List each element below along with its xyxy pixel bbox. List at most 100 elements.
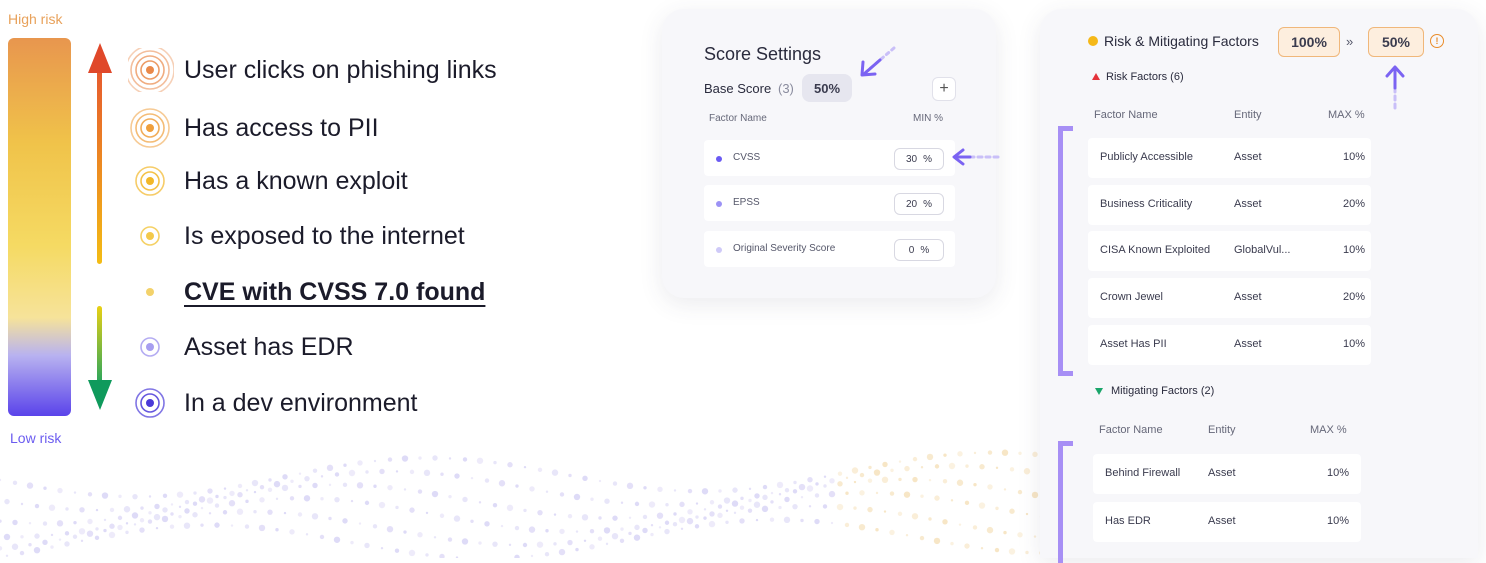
wave-dot	[282, 474, 288, 480]
score-factor-row: Original Severity Score 0 %	[704, 231, 955, 267]
wave-dot	[148, 511, 152, 515]
wave-dot	[695, 515, 699, 519]
wave-dot	[320, 475, 324, 478]
wave-dot	[806, 485, 814, 492]
risk-factor-row: Crown Jewel Asset 20%	[1088, 278, 1371, 318]
wave-dot	[57, 487, 63, 494]
factor-item: Has access to PII	[128, 106, 379, 150]
factor-item: In a dev environment	[128, 381, 417, 425]
wave-dot	[223, 487, 227, 490]
wave-dot	[1003, 530, 1007, 535]
wave-dot	[800, 518, 804, 523]
wave-dot	[919, 535, 925, 541]
factor-max: 10%	[1342, 244, 1365, 256]
warning-icon[interactable]: !	[1430, 34, 1444, 48]
factor-name: Asset Has PII	[1100, 338, 1167, 350]
wave-dot	[169, 524, 175, 529]
wave-dot	[253, 510, 257, 514]
factor-dot-icon	[716, 156, 722, 162]
wave-dot	[829, 478, 835, 484]
wave-dot	[769, 517, 775, 522]
wave-dot	[0, 519, 2, 523]
wave-dot	[454, 473, 460, 479]
wave-dot	[808, 505, 812, 508]
wave-dot	[64, 531, 70, 536]
wave-dot	[207, 488, 213, 494]
wave-dot	[761, 505, 769, 513]
wave-dot	[387, 457, 393, 462]
min-percent-input[interactable]: 0 %	[894, 239, 944, 261]
wave-dot	[378, 501, 386, 509]
wave-dot	[206, 497, 214, 504]
wave-dot	[42, 521, 48, 526]
risk-factor-row: Asset Has PII Asset 10%	[1088, 325, 1371, 365]
wave-dot	[73, 491, 77, 494]
wave-dot	[4, 498, 10, 505]
wave-dot	[748, 487, 752, 491]
wave-dot	[934, 464, 940, 469]
wave-dot	[103, 528, 107, 533]
wave-dot	[514, 525, 520, 531]
min-percent-input[interactable]: 20 %	[894, 193, 944, 215]
factor-text: Has access to PII	[184, 113, 379, 142]
wave-dot	[258, 524, 266, 532]
wave-dot	[995, 466, 999, 470]
wave-dot	[807, 477, 813, 483]
mitigating-factors-heading[interactable]: Mitigating Factors (2)	[1111, 385, 1214, 397]
wave-dot	[50, 533, 54, 537]
wave-dot	[208, 512, 212, 515]
arrow-up-pointer-icon	[1385, 65, 1405, 110]
factor-entity: Asset	[1234, 338, 1262, 350]
wave-dot	[281, 484, 289, 492]
min-percent-value: 20	[905, 198, 918, 210]
wave-dot	[462, 496, 468, 503]
score-factor-row: EPSS 20 %	[704, 185, 955, 221]
wave-dot	[289, 496, 295, 501]
wave-dot	[417, 489, 423, 494]
wave-dot	[328, 516, 332, 521]
risk-factors-bracket	[1058, 126, 1073, 376]
wave-dot	[78, 528, 86, 535]
risk-factors-heading[interactable]: Risk Factors (6)	[1106, 71, 1184, 83]
wave-dot	[703, 508, 707, 511]
score-settings-title: Score Settings	[704, 44, 822, 64]
wave-dot	[793, 480, 797, 485]
wave-dot	[161, 515, 169, 523]
wave-dot	[604, 498, 610, 504]
wave-dot	[523, 465, 527, 469]
wave-dot	[950, 499, 954, 502]
wave-dot	[686, 517, 694, 525]
factor-entity: GlobalVul...	[1234, 244, 1291, 256]
concentric-rings-icon	[128, 159, 174, 203]
wave-dot	[461, 538, 469, 545]
wave-dot	[245, 489, 249, 492]
wave-dot	[492, 502, 498, 508]
wave-dot	[357, 460, 363, 466]
wave-dot	[470, 476, 474, 480]
wave-dot	[634, 524, 640, 531]
wave-dot	[87, 492, 93, 497]
wave-dot	[386, 525, 394, 533]
wave-dot	[236, 508, 244, 515]
factor-max: 10%	[1326, 515, 1349, 527]
wave-dot	[883, 510, 887, 513]
wave-dot	[672, 522, 678, 527]
wave-dot	[125, 530, 129, 535]
wave-dot	[814, 518, 820, 525]
wave-dot	[695, 502, 699, 505]
wave-dot	[508, 543, 512, 547]
concentric-rings-icon	[128, 381, 174, 425]
triangle-up-icon	[1092, 73, 1100, 80]
wave-dot	[784, 487, 790, 493]
wave-dot	[1033, 535, 1037, 538]
wave-dot	[132, 493, 138, 500]
wave-dot	[373, 484, 377, 488]
wave-dot	[140, 506, 144, 510]
wave-dot	[694, 524, 700, 529]
wave-dot	[94, 535, 100, 541]
wave-dot	[898, 460, 902, 463]
double-chevron-icon: »	[1346, 34, 1354, 49]
min-percent-input[interactable]: 30 %	[894, 148, 944, 170]
factor-entity: Asset	[1208, 467, 1236, 479]
add-factor-button[interactable]: +	[932, 77, 956, 101]
